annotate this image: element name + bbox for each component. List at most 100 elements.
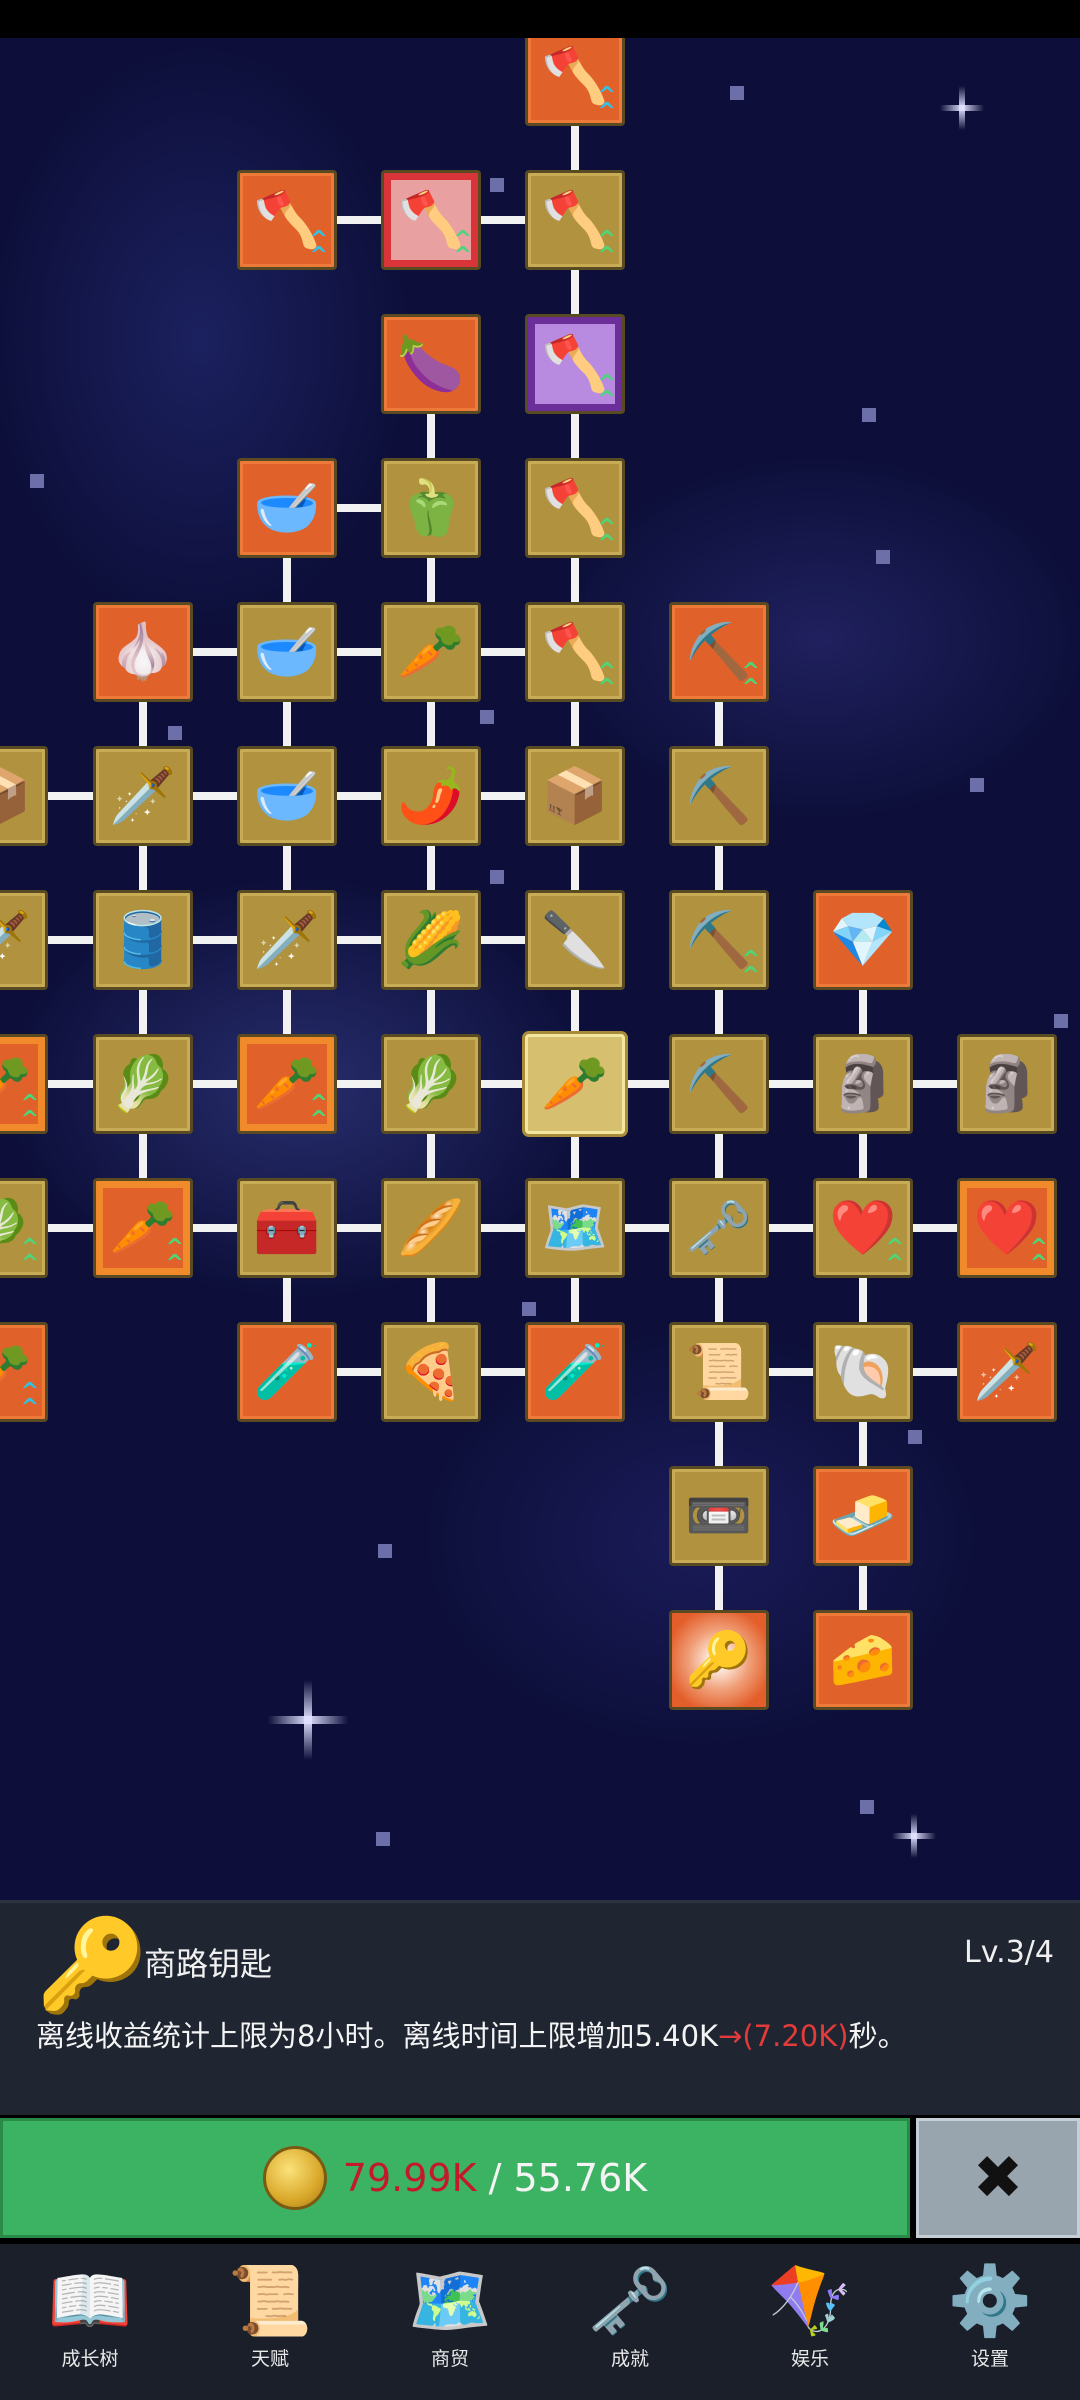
skill-node-heart[interactable]: ❤️ ^ ^ xyxy=(957,1178,1057,1278)
skill-node-heart[interactable]: ❤️ ^ ^ xyxy=(813,1178,913,1278)
bottom-nav: 📖 成长树 📜 天赋 🗺️ 商贸 🗝️ 成就 🪁 娱乐 ⚙️ 设置 xyxy=(0,2244,1080,2400)
skill-node-bowl[interactable]: 🥣 xyxy=(237,602,337,702)
skill-node-statue[interactable]: 🗿 xyxy=(813,1034,913,1134)
skill-tree-canvas[interactable]: 🪓^^🪓^^🪓^^🪓^^🍆🪓^^🥣🫑🪓^^🧄🥣🥕🪓^^⛏️^^📦🗡️🥣🌶️📦⛏️… xyxy=(0,38,1080,1900)
skill-node-barrel[interactable]: 🛢️ xyxy=(93,890,193,990)
chest-icon: 🧰 xyxy=(253,1196,321,1259)
skill-node-crystal[interactable]: 💎 xyxy=(813,890,913,990)
skill-node-silver-key[interactable]: 🔑 xyxy=(669,1610,769,1710)
skill-node-dagger[interactable]: 🔪 xyxy=(525,890,625,990)
skill-node-potion[interactable]: 🧪 xyxy=(237,1322,337,1422)
crate-icon: 📦 xyxy=(541,764,609,827)
skill-node-shovel[interactable]: 🪓 ^ ^ xyxy=(525,38,625,126)
skill-node-pepper[interactable]: 🫑 xyxy=(381,458,481,558)
skill-node-scroll[interactable]: 📜 xyxy=(669,1322,769,1422)
nav-talent[interactable]: 📜 天赋 xyxy=(180,2244,360,2400)
detail-panel: 🔑 商路钥匙 Lv.3/4 离线收益统计上限为8小时。离线时间上限增加5.40K… xyxy=(0,1900,1080,2115)
potion-icon: 🧪 xyxy=(541,1340,609,1403)
skill-node-pickaxe[interactable]: ⛏️ xyxy=(669,746,769,846)
pickaxe-icon: ⛏️ xyxy=(685,764,753,827)
corn-icon: 🌽 xyxy=(397,908,465,971)
skill-node-shovel[interactable]: 🪓 ^ ^ xyxy=(525,458,625,558)
nav-label: 天赋 xyxy=(250,2348,289,2370)
skill-node-cassette[interactable]: 📼 xyxy=(669,1466,769,1566)
skill-node-corn[interactable]: 🌽 xyxy=(381,890,481,990)
kite-icon: 🪁 xyxy=(767,2262,853,2341)
skill-node-butter[interactable]: 🧈 xyxy=(813,1466,913,1566)
skill-node-pickaxe[interactable]: ⛏️ xyxy=(669,1034,769,1134)
upgrade-arrows-icon: ^ ^ xyxy=(597,227,616,268)
crate-icon: 📦 xyxy=(0,769,32,823)
radish-icon: 🥕 xyxy=(397,620,465,683)
skill-node-cabbage[interactable]: 🥬 xyxy=(381,1034,481,1134)
space-dust xyxy=(30,474,44,488)
space-dust xyxy=(862,408,876,422)
potion-icon: 🧪 xyxy=(253,1340,321,1403)
upgrade-arrows-icon: ^ ^ xyxy=(453,227,472,268)
skill-node-golden-key[interactable]: 🗝️ xyxy=(669,1178,769,1278)
nav-label: 成长树 xyxy=(61,2348,119,2370)
map-icon: 🗺️ xyxy=(541,1196,609,1259)
skill-node-crate[interactable]: 📦 xyxy=(525,746,625,846)
description-arrow: → xyxy=(718,2019,743,2053)
skill-node-shovel[interactable]: 🪓 ^ ^ xyxy=(381,170,481,270)
nav-label: 商贸 xyxy=(430,2348,469,2370)
skill-node-garlic[interactable]: 🧄 xyxy=(93,602,193,702)
skill-node-chest[interactable]: 🧰 xyxy=(237,1178,337,1278)
skill-node-pickaxe[interactable]: ⛏️ ^ ^ xyxy=(669,890,769,990)
bowl-icon: 🥣 xyxy=(253,620,321,683)
skill-node-pickaxe[interactable]: ⛏️ ^ ^ xyxy=(669,602,769,702)
skill-node-shovel[interactable]: 🪓 ^ ^ xyxy=(237,170,337,270)
skill-node-crate[interactable]: 📦 xyxy=(0,746,48,846)
nav-growth-tree[interactable]: 📖 成长树 xyxy=(0,2244,180,2400)
space-dust xyxy=(860,1800,874,1814)
skill-node-bowl[interactable]: 🥣 xyxy=(237,458,337,558)
nav-achievements[interactable]: 🗝️ 成就 xyxy=(540,2244,720,2400)
skill-node-bowl[interactable]: 🥣 xyxy=(237,746,337,846)
cabbage-icon: 🥬 xyxy=(397,1052,465,1115)
skill-node-parsnip[interactable]: 🥖 xyxy=(381,1178,481,1278)
upgrade-button[interactable]: 79.99K / 55.76K xyxy=(0,2118,910,2238)
pizza-icon: 🍕 xyxy=(397,1340,465,1403)
skill-node-cheese[interactable]: 🧀 xyxy=(813,1610,913,1710)
skill-node-cabbage[interactable]: 🥬 xyxy=(93,1034,193,1134)
skill-node-sword[interactable]: 🗡️ xyxy=(93,746,193,846)
skill-node-statue[interactable]: 🗿 xyxy=(957,1034,1057,1134)
upgrade-arrows-icon: ^ ^ xyxy=(20,1235,39,1276)
skill-node-sword[interactable]: 🗡️ xyxy=(0,890,48,990)
skill-node-map[interactable]: 🗺️ xyxy=(525,1178,625,1278)
nav-trade[interactable]: 🗺️ 商贸 xyxy=(360,2244,540,2400)
skill-node-shovel[interactable]: 🪓 ^ ^ xyxy=(525,602,625,702)
space-dust xyxy=(522,1302,536,1316)
scroll-icon: 📜 xyxy=(685,1340,753,1403)
skill-node-carrot[interactable]: 🥕^^ xyxy=(237,1034,337,1134)
skill-node-carrot[interactable]: 🥕^^ xyxy=(0,1034,48,1134)
skill-node-carrot[interactable]: 🥕^^ xyxy=(93,1178,193,1278)
golden-key-icon: 🗝️ xyxy=(587,2262,673,2341)
skill-node-cabbage[interactable]: 🥬^^ xyxy=(0,1178,48,1278)
skill-node-carrot[interactable]: 🥕 xyxy=(525,1034,625,1134)
nav-settings[interactable]: ⚙️ 设置 xyxy=(900,2244,1080,2400)
skill-node-shovel[interactable]: 🪓 ^ ^ xyxy=(525,170,625,270)
skill-node-chili[interactable]: 🌶️ xyxy=(381,746,481,846)
carrot-icon: 🥕 xyxy=(541,1052,609,1115)
close-button[interactable]: ✖ xyxy=(916,2118,1080,2238)
nav-entertainment[interactable]: 🪁 娱乐 xyxy=(720,2244,900,2400)
bowl-icon: 🥣 xyxy=(253,476,321,539)
skill-node-carrot[interactable]: 🥕^^ xyxy=(0,1322,48,1422)
skill-node-shovel[interactable]: 🪓 ^ ^ xyxy=(525,314,625,414)
skill-node-pizza[interactable]: 🍕 xyxy=(381,1322,481,1422)
skill-node-potion[interactable]: 🧪 xyxy=(525,1322,625,1422)
chili-icon: 🌶️ xyxy=(397,764,465,827)
crystal-icon: 💎 xyxy=(829,908,897,971)
upgrade-arrows-icon: ^ ^ xyxy=(20,1091,39,1132)
skill-node-eggplant[interactable]: 🍆 xyxy=(381,314,481,414)
skill-node-sword[interactable]: 🗡️ xyxy=(237,890,337,990)
skill-node-sword[interactable]: 🗡️ xyxy=(957,1322,1057,1422)
description-text: 离线收益统计上限为8小时。离线时间上限增加5.40K xyxy=(36,2019,719,2053)
upgrade-arrows-icon: ^ ^ xyxy=(165,1235,184,1276)
upgrade-arrows-icon: ^ ^ xyxy=(309,227,328,268)
upgrade-arrows-icon: ^ ^ xyxy=(741,659,760,700)
skill-node-radish[interactable]: 🥕 xyxy=(381,602,481,702)
skill-node-fossil[interactable]: 🐚 xyxy=(813,1322,913,1422)
